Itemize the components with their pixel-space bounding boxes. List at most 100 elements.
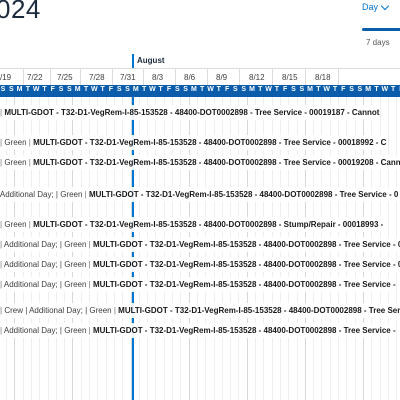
event-tags: Additional Day; | Green bbox=[0, 190, 83, 199]
day-letter: T bbox=[216, 86, 221, 93]
month-marker bbox=[132, 54, 134, 68]
week-label: 8/18 bbox=[315, 73, 331, 82]
day-letter: S bbox=[125, 86, 130, 93]
view-select[interactable]: Day bbox=[362, 1, 390, 12]
day-letter: W bbox=[149, 86, 156, 93]
day-letter: S bbox=[58, 86, 64, 93]
event-title: MULTI-GDOT - T32-D1-VegRem-I-85-153528 -… bbox=[92, 240, 400, 249]
day-letter: S bbox=[241, 86, 247, 93]
schedule-event[interactable]: | Additional Day; | Green | MULTI-GDOT -… bbox=[0, 257, 400, 272]
schedule-event[interactable]: | Green | MULTI-GDOT - T32-D1-VegRem-I-8… bbox=[0, 217, 384, 232]
day-letter: W bbox=[207, 86, 214, 93]
week-divider bbox=[143, 69, 144, 86]
view-select-label: Day bbox=[362, 2, 379, 12]
week-header: /19 7/22 7/25 7/28 7/31 8/3 8/6 8/9 8/12 8/15 8/18 bbox=[0, 68, 400, 86]
day-letter: T bbox=[374, 86, 379, 93]
event-tags: Green bbox=[4, 158, 27, 167]
schedule-event[interactable]: | Additional Day; | Green | MULTI-GDOT -… bbox=[0, 277, 396, 292]
chevron-down-icon bbox=[380, 1, 390, 10]
event-title: MULTI-GDOT - T32-D1-VegRem-I-85-153528 -… bbox=[92, 326, 396, 335]
day-letter: T bbox=[83, 86, 89, 93]
day-letter: T bbox=[258, 86, 263, 93]
week-divider bbox=[23, 69, 24, 86]
day-letter: T bbox=[42, 86, 47, 93]
week-label: 8/3 bbox=[152, 73, 164, 82]
week-divider bbox=[112, 69, 113, 86]
schedule-event[interactable]: | Additional Day; | Green | MULTI-GDOT -… bbox=[0, 323, 396, 338]
event-title: MULTI-GDOT - T32-D1-VegRem-I-85-153528 -… bbox=[118, 306, 400, 315]
event-row: | Crew | Additional Day; | Green | MULTI… bbox=[0, 303, 400, 318]
event-row: | Additional Day; | Green | MULTI-GDOT -… bbox=[0, 323, 400, 338]
event-row: | Additional Day; | Green | MULTI-GDOT -… bbox=[0, 277, 400, 292]
day-letter: S bbox=[174, 86, 180, 93]
event-tags: Green bbox=[4, 220, 27, 229]
schedule-event[interactable]: | Green | MULTI-GDOT - T32-D1-VegRem-I-8… bbox=[0, 135, 387, 150]
range-slider[interactable] bbox=[362, 28, 400, 31]
schedule-event[interactable]: | Crew | Additional Day; | Green | MULTI… bbox=[0, 303, 400, 318]
day-letter: W bbox=[90, 86, 98, 93]
event-title: MULTI-GDOT - T32-D1-VegRem-I-85-153528 -… bbox=[33, 220, 384, 229]
day-letter: F bbox=[108, 86, 114, 93]
day-letter: M bbox=[190, 86, 197, 93]
day-letter: T bbox=[141, 86, 147, 93]
day-letter: M bbox=[307, 86, 314, 93]
week-divider bbox=[50, 69, 51, 86]
day-letter: T bbox=[332, 86, 338, 93]
day-letter: M bbox=[74, 86, 81, 93]
day-letter: M bbox=[132, 86, 139, 93]
week-label: 8/9 bbox=[216, 73, 228, 82]
week-label: 7/31 bbox=[120, 73, 136, 82]
week-label: /19 bbox=[0, 73, 12, 82]
day-letter: F bbox=[50, 86, 55, 93]
day-letter: S bbox=[67, 86, 72, 93]
week-divider bbox=[207, 69, 208, 86]
day-letter: F bbox=[283, 86, 288, 93]
day-letter: S bbox=[349, 86, 354, 93]
event-row: | Additional Day; | Green | MULTI-GDOT -… bbox=[0, 187, 400, 202]
day-letter: S bbox=[291, 86, 296, 93]
event-row: | Additional Day; | Green | MULTI-GDOT -… bbox=[0, 237, 400, 252]
week-divider bbox=[338, 69, 339, 86]
schedule-event[interactable]: | Additional Day; | Green | MULTI-GDOT -… bbox=[0, 187, 399, 202]
day-letter: S bbox=[183, 86, 188, 93]
week-label: 7/22 bbox=[27, 73, 43, 82]
event-row: | Green | MULTI-GDOT - T32-D1-VegRem-I-8… bbox=[0, 155, 400, 170]
week-divider bbox=[272, 69, 273, 86]
event-title: MULTI-GDOT - T32-D1-VegRem-I-85-153528 -… bbox=[4, 108, 380, 117]
event-tags: Green bbox=[4, 138, 27, 147]
month-label: August bbox=[137, 56, 165, 65]
day-letter: T bbox=[274, 86, 280, 93]
week-divider bbox=[239, 69, 240, 86]
day-letter: T bbox=[390, 86, 396, 93]
day-letter: F bbox=[224, 86, 230, 93]
day-letter: T bbox=[100, 86, 105, 93]
schedule-event[interactable]: | Additional Day; | Green | MULTI-GDOT -… bbox=[0, 237, 400, 252]
day-letter: F bbox=[341, 86, 346, 93]
day-letter: T bbox=[316, 86, 321, 93]
event-title: MULTI-GDOT - T32-D1-VegRem-I-85-153528 -… bbox=[33, 158, 400, 167]
week-divider bbox=[80, 69, 81, 86]
day-letter: W bbox=[32, 86, 40, 93]
schedule-event[interactable]: | MULTI-GDOT - T32-D1-VegRem-I-85-153528… bbox=[0, 105, 380, 120]
event-tags: Additional Day; | Green bbox=[3, 240, 87, 249]
event-row: | Green | MULTI-GDOT - T32-D1-VegRem-I-8… bbox=[0, 135, 400, 150]
schedule-event[interactable]: | Green | MULTI-GDOT - T32-D1-VegRem-I-8… bbox=[0, 155, 400, 170]
event-tags: Additional Day; | Green bbox=[3, 280, 87, 289]
day-letter: S bbox=[299, 86, 305, 93]
day-letter: S bbox=[8, 86, 14, 93]
event-tags: Crew | Additional Day; | Green bbox=[4, 306, 112, 315]
day-letter: S bbox=[0, 86, 6, 93]
event-tags: Additional Day; | Green bbox=[3, 260, 87, 269]
day-letter: S bbox=[233, 86, 238, 93]
day-letter: T bbox=[158, 86, 163, 93]
day-letter: T bbox=[200, 86, 205, 93]
week-label: 7/28 bbox=[89, 73, 105, 82]
event-row: | Additional Day; | Green | MULTI-GDOT -… bbox=[0, 257, 400, 272]
timeline: August /19 7/22 7/25 7/28 7/31 8/3 8/6 8/9 8/12 8… bbox=[0, 52, 400, 400]
week-label: 8/15 bbox=[282, 73, 298, 82]
day-letter: W bbox=[381, 86, 389, 93]
event-row: | MULTI-GDOT - T32-D1-VegRem-I-85-153528… bbox=[0, 105, 400, 120]
day-letter: W bbox=[265, 86, 272, 93]
event-tags: Additional Day; | Green bbox=[3, 326, 87, 335]
schedule-grid: | MULTI-GDOT - T32-D1-VegRem-I-85-153528… bbox=[0, 97, 400, 400]
